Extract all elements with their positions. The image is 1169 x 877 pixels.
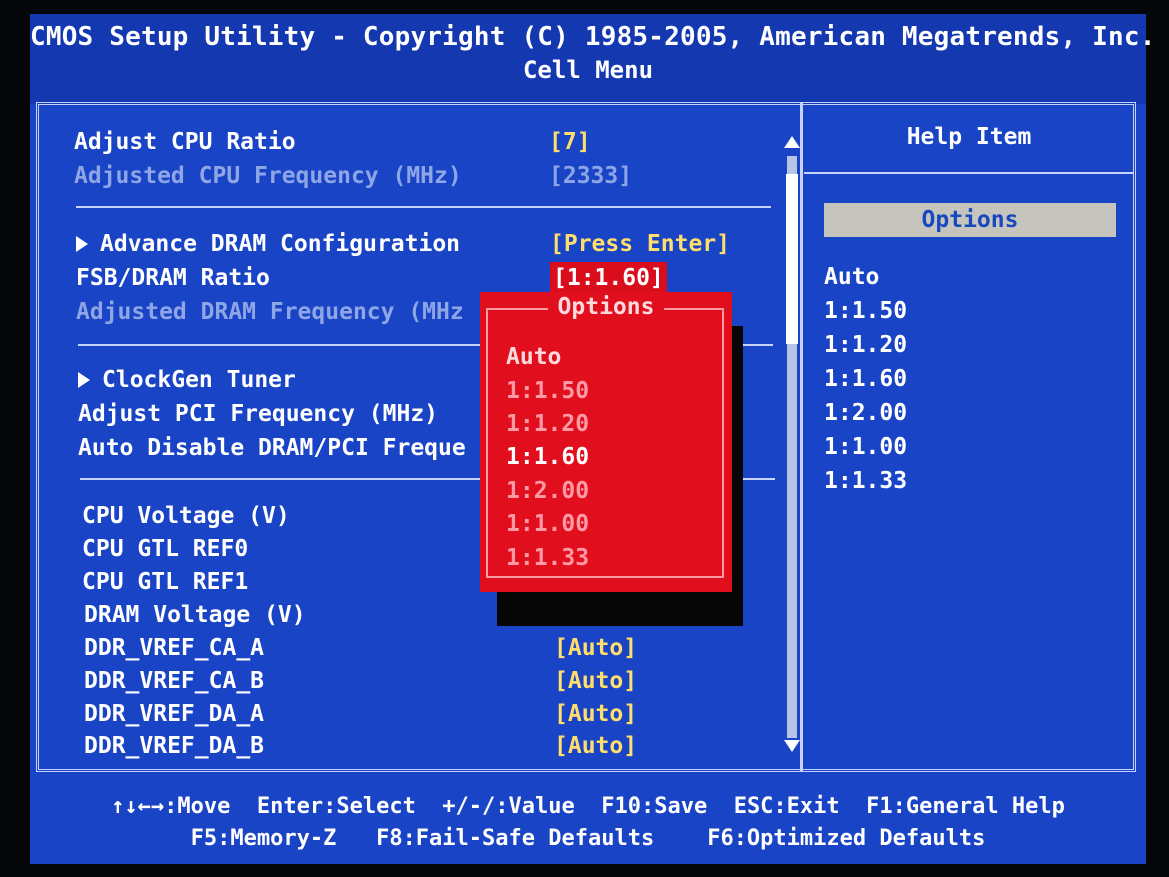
setting-fsb-dram-ratio[interactable]: FSB/DRAM Ratio [1:1.60] [76, 262, 667, 294]
setting-label: Adjusted DRAM Frequency (MHz [76, 299, 464, 325]
setting-label: DRAM Voltage (V) [84, 602, 306, 628]
setting-adjusted-dram-frequency: Adjusted DRAM Frequency (MHz [76, 296, 464, 328]
popup-option[interactable]: 1:1.20 [506, 407, 589, 441]
key-help-line-2: F5:Memory-Z F8:Fail-Safe Defaults F6:Opt… [190, 826, 986, 851]
settings-scrollbar[interactable] [782, 134, 802, 754]
popup-option[interactable]: 1:1.50 [506, 374, 589, 408]
setting-label: ClockGen Tuner [102, 367, 296, 393]
setting-auto-disable-dram-pci-frequency[interactable]: Auto Disable DRAM/PCI Freque [78, 432, 466, 464]
help-option: 1:1.33 [824, 468, 908, 494]
setting-value[interactable]: [7] [549, 126, 591, 158]
help-option: 1:1.60 [824, 366, 908, 392]
setting-label: DDR_VREF_DA_A [84, 701, 265, 727]
setting-ddr-vref-da-b[interactable]: DDR_VREF_DA_B [Auto] [84, 730, 637, 762]
key-help-line-1: ↑↓←→:Move Enter:Select +/-/:Value F10:Sa… [111, 794, 1065, 819]
setting-adjusted-cpu-frequency: Adjusted CPU Frequency (MHz) [2333] [74, 160, 632, 192]
setting-label: CPU GTL REF0 [82, 536, 249, 562]
help-option: 1:1.50 [824, 298, 908, 324]
setting-label: FSB/DRAM Ratio [76, 265, 270, 291]
setting-value[interactable]: [Auto] [554, 698, 637, 730]
setting-adjust-pci-frequency[interactable]: Adjust PCI Frequency (MHz) [78, 398, 438, 430]
setting-ddr-vref-ca-b[interactable]: DDR_VREF_CA_B [Auto] [84, 665, 637, 697]
key-help-footer: ↑↓←→:Move Enter:Select +/-/:Value F10:Sa… [30, 786, 1146, 864]
scroll-down-icon[interactable] [784, 740, 800, 752]
setting-cpu-gtl-ref1[interactable]: CPU GTL REF1 [82, 566, 248, 598]
setting-label: DDR_VREF_DA_B [84, 733, 265, 759]
setting-cpu-voltage[interactable]: CPU Voltage (V) [82, 500, 290, 532]
title-bar: CMOS Setup Utility - Copyright (C) 1985-… [30, 14, 1156, 104]
setting-value-selected[interactable]: [1:1.60] [550, 262, 667, 294]
setting-label: CPU GTL REF1 [82, 569, 249, 595]
scroll-thumb[interactable] [786, 174, 798, 344]
setting-value[interactable]: [Auto] [554, 632, 637, 664]
menu-title: Cell Menu [522, 56, 654, 84]
help-options-header: Options [824, 203, 1116, 237]
setting-advance-dram-configuration[interactable]: Advance DRAM Configuration [Press Enter] [76, 228, 730, 260]
setting-label: DDR_VREF_CA_A [84, 635, 265, 661]
submenu-arrow-icon [78, 372, 90, 388]
setting-value: [2333] [549, 163, 633, 189]
help-option: 1:2.00 [824, 400, 908, 426]
setting-label: Adjust CPU Ratio [74, 129, 296, 155]
bios-screen: CMOS Setup Utility - Copyright (C) 1985-… [30, 14, 1156, 864]
help-option: 1:1.20 [824, 332, 908, 358]
popup-option-selected[interactable]: 1:1.60 [506, 440, 589, 474]
setting-ddr-vref-ca-a[interactable]: DDR_VREF_CA_A [Auto] [84, 632, 637, 664]
setting-clockgen-tuner[interactable]: ClockGen Tuner [78, 364, 296, 396]
help-panel: Help Item Options Auto 1:1.50 1:1.20 1:1… [804, 104, 1134, 770]
popup-option[interactable]: 1:1.00 [506, 507, 589, 541]
setting-label: Advance DRAM Configuration [100, 231, 461, 257]
setting-value[interactable]: [Press Enter] [550, 228, 730, 260]
setting-value[interactable]: [Auto] [554, 665, 637, 697]
options-popup: Options Auto 1:1.50 1:1.20 1:1.60 1:2.00… [480, 292, 732, 592]
scroll-up-icon[interactable] [784, 136, 800, 148]
setting-label: CPU Voltage (V) [82, 503, 290, 529]
help-divider [804, 172, 1134, 174]
setting-adjust-cpu-ratio[interactable]: Adjust CPU Ratio [7] [74, 126, 591, 158]
setting-label: Adjust PCI Frequency (MHz) [78, 401, 439, 427]
setting-dram-voltage[interactable]: DRAM Voltage (V) [Auto] [84, 599, 637, 631]
popup-title: Options [547, 294, 665, 320]
setting-label: Adjusted CPU Frequency (MHz) [74, 163, 462, 189]
popup-option[interactable]: 1:1.33 [506, 541, 589, 575]
help-option: 1:1.00 [824, 434, 908, 460]
section-divider [76, 206, 771, 208]
setting-label: DDR_VREF_CA_B [84, 668, 265, 694]
setting-value[interactable]: [Auto] [554, 730, 637, 762]
setting-ddr-vref-da-a[interactable]: DDR_VREF_DA_A [Auto] [84, 698, 637, 730]
popup-option[interactable]: Auto [506, 340, 561, 374]
setting-cpu-gtl-ref0[interactable]: CPU GTL REF0 [82, 533, 248, 565]
help-option: Auto [824, 264, 880, 290]
help-title: Help Item [906, 124, 1032, 150]
utility-title: CMOS Setup Utility - Copyright (C) 1985-… [30, 22, 1156, 52]
popup-option[interactable]: 1:2.00 [506, 474, 589, 508]
submenu-arrow-icon [76, 236, 88, 252]
setting-label: Auto Disable DRAM/PCI Freque [78, 435, 466, 461]
